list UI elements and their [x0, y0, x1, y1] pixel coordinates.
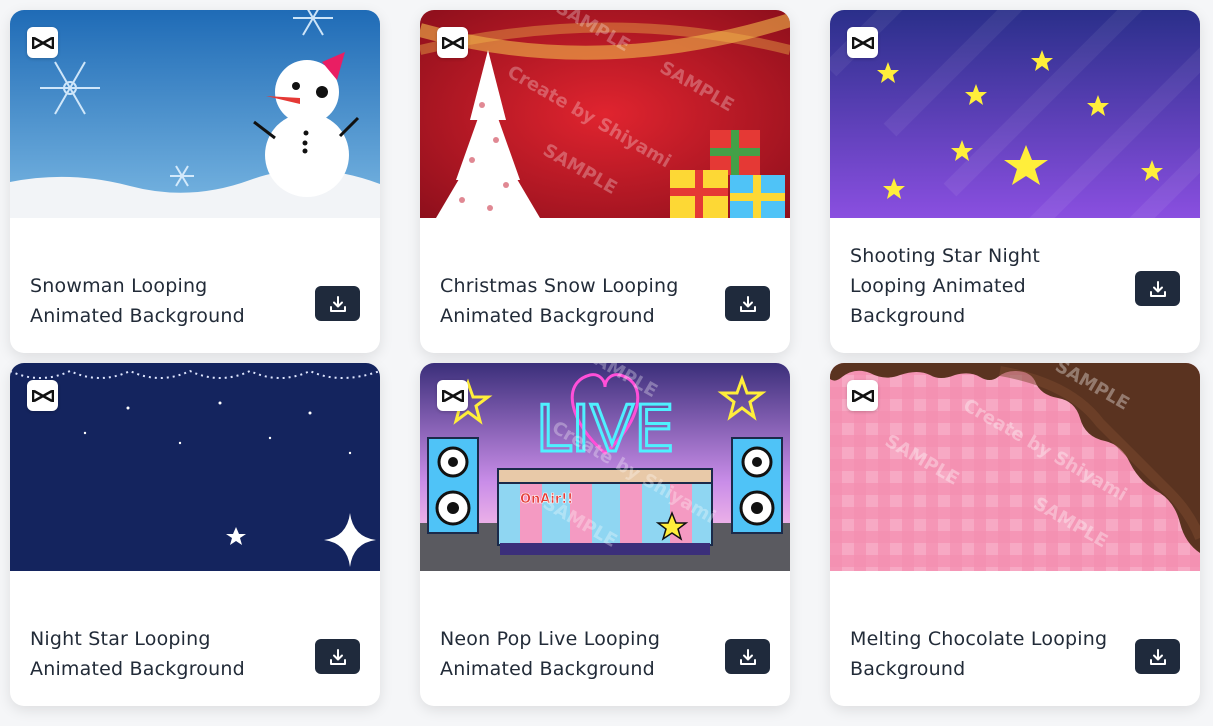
- capcut-logo-icon: [847, 27, 878, 58]
- capcut-logo-icon: [27, 27, 58, 58]
- capcut-logo-icon: [847, 380, 878, 411]
- download-button[interactable]: [1135, 639, 1180, 674]
- download-button[interactable]: [315, 639, 360, 674]
- download-button[interactable]: [725, 639, 770, 674]
- download-icon: [739, 648, 756, 665]
- card-title: Christmas Snow Looping Animated Backgrou…: [440, 275, 679, 327]
- template-card-shooting-star-night[interactable]: Shooting Star Night Looping Animated Bac…: [830, 10, 1200, 353]
- download-icon: [329, 295, 346, 312]
- thumbnail-shooting-star-night[interactable]: [830, 10, 1200, 218]
- capcut-logo-icon: [437, 380, 468, 411]
- thumbnail-neon-pop-live[interactable]: LIVE OnAir!! SAMPLE Create by Shiyami SA…: [420, 363, 790, 571]
- card-title: Melting Chocolate Looping Background: [850, 628, 1108, 680]
- capcut-logo-icon: [27, 380, 58, 411]
- download-icon: [739, 295, 756, 312]
- card-title: Night Star Looping Animated Background: [30, 628, 245, 680]
- template-card-night-star[interactable]: Night Star Looping Animated Background: [10, 363, 380, 706]
- template-card-neon-pop-live[interactable]: LIVE OnAir!! SAMPLE Create by Shiyami SA…: [420, 363, 790, 706]
- template-card-snowman[interactable]: Snowman Looping Animated Background: [10, 10, 380, 353]
- download-button[interactable]: [1135, 271, 1180, 306]
- capcut-logo-icon: [437, 27, 468, 58]
- thumbnail-christmas-snow[interactable]: SAMPLE SAMPLE Create by Shiyami SAMPLE: [420, 10, 790, 218]
- card-title: Snowman Looping Animated Background: [30, 275, 245, 327]
- card-title: Neon Pop Live Looping Animated Backgroun…: [440, 628, 661, 680]
- download-icon: [329, 648, 346, 665]
- template-card-christmas-snow[interactable]: SAMPLE SAMPLE Create by Shiyami SAMPLE C…: [420, 10, 790, 353]
- download-icon: [1149, 280, 1166, 297]
- download-button[interactable]: [725, 286, 770, 321]
- template-card-melting-chocolate[interactable]: SAMPLE Create by Shiyami SAMPLE SAMPLE M…: [830, 363, 1200, 706]
- thumbnail-melting-chocolate[interactable]: SAMPLE Create by Shiyami SAMPLE SAMPLE: [830, 363, 1200, 571]
- download-icon: [1149, 648, 1166, 665]
- card-title: Shooting Star Night Looping Animated Bac…: [850, 245, 1041, 327]
- download-button[interactable]: [315, 286, 360, 321]
- thumbnail-night-star[interactable]: [10, 363, 380, 571]
- thumbnail-snowman[interactable]: [10, 10, 380, 218]
